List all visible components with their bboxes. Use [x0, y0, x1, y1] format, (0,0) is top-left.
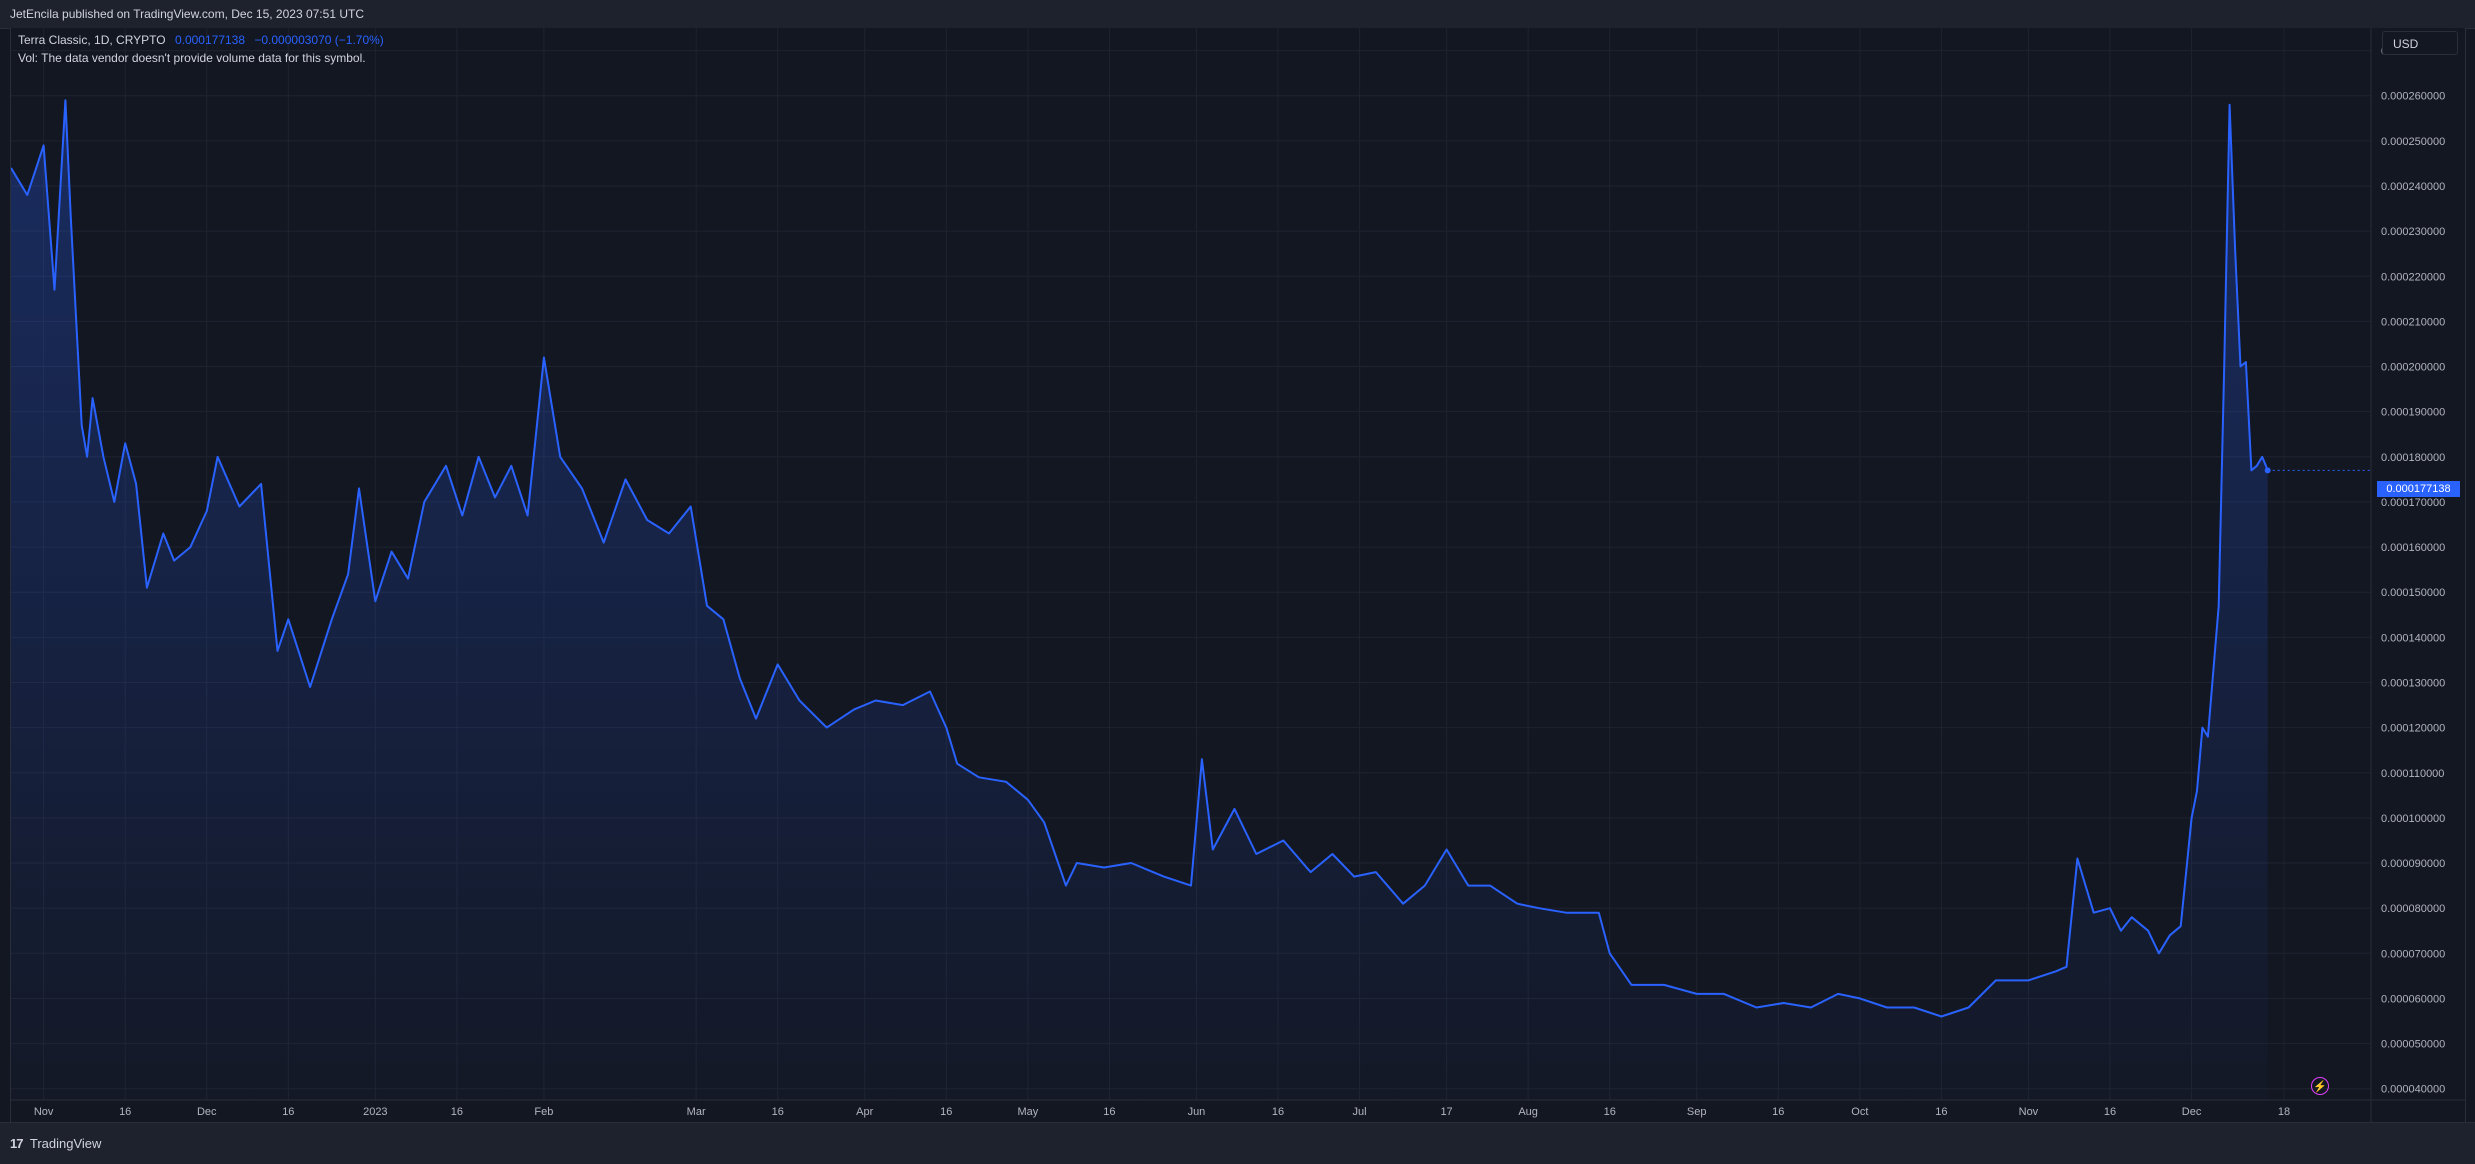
x-tick-label: May — [1017, 1106, 1038, 1118]
published-header: JetEncila published on TradingView.com, … — [0, 0, 2475, 29]
y-tick-label: 0.000220000 — [2381, 271, 2445, 283]
published-text: JetEncila published on TradingView.com, … — [10, 7, 364, 21]
volume-note: Vol: The data vendor doesn't provide vol… — [18, 51, 366, 65]
lightning-bolt-icon[interactable]: ⚡ — [2311, 1077, 2329, 1095]
x-tick-label: 16 — [451, 1106, 463, 1118]
y-tick-label: 0.000190000 — [2381, 407, 2445, 419]
x-tick-label: 2023 — [363, 1106, 387, 1118]
x-tick-label: 16 — [1604, 1106, 1616, 1118]
tradingview-logo-text: TradingView — [29, 1136, 102, 1151]
y-tick-label: 0.000260000 — [2381, 91, 2445, 103]
y-tick-label: 0.000150000 — [2381, 587, 2445, 599]
y-tick-label: 0.000240000 — [2381, 181, 2445, 193]
x-tick-label: Sep — [1687, 1106, 1707, 1118]
x-tick-label: 16 — [1935, 1106, 1947, 1118]
x-tick-label: Feb — [534, 1106, 553, 1118]
x-tick-label: 16 — [282, 1106, 294, 1118]
current-price-label: 0.000177138 — [2377, 481, 2460, 497]
y-tick-label: 0.000110000 — [2381, 768, 2444, 780]
x-tick-label: 16 — [1103, 1106, 1115, 1118]
x-tick-label: Nov — [2019, 1106, 2039, 1118]
y-tick-label: 0.000140000 — [2381, 632, 2445, 644]
y-tick-label: 0.000180000 — [2381, 452, 2445, 464]
y-tick-label: 0.000130000 — [2381, 677, 2445, 689]
price-chart[interactable]: 0.0002700000.0002600000.0002500000.00024… — [11, 28, 2465, 1122]
x-tick-label: 16 — [1272, 1106, 1284, 1118]
x-tick-label: Nov — [34, 1106, 54, 1118]
tradingview-logo-icon: 17 — [10, 1136, 24, 1151]
chart-pane[interactable]: 0.0002700000.0002600000.0002500000.00024… — [10, 28, 2466, 1122]
x-tick-label: 16 — [2104, 1106, 2116, 1118]
y-tick-label: 0.000170000 — [2381, 497, 2445, 509]
x-tick-label: 16 — [940, 1106, 952, 1118]
x-tick-label: 16 — [119, 1106, 131, 1118]
y-tick-label: 0.000090000 — [2381, 858, 2445, 870]
symbol-legend: Terra Classic, 1D, CRYPTO 0.000177138 −0… — [18, 33, 384, 47]
x-tick-label: Mar — [687, 1106, 706, 1118]
y-tick-label: 0.000200000 — [2381, 362, 2445, 374]
tradingview-logo[interactable]: 17 TradingView — [10, 1136, 101, 1151]
x-tick-label: Apr — [856, 1106, 873, 1118]
y-tick-label: 0.000080000 — [2381, 903, 2445, 915]
y-tick-label: 0.000100000 — [2381, 813, 2445, 825]
symbol-title[interactable]: Terra Classic, 1D, CRYPTO — [18, 33, 166, 47]
x-tick-label: Dec — [197, 1106, 217, 1118]
y-tick-label: 0.000210000 — [2381, 316, 2445, 328]
y-tick-label: 0.000070000 — [2381, 948, 2445, 960]
footer-bar — [0, 1122, 2475, 1164]
y-tick-label: 0.000120000 — [2381, 723, 2445, 735]
y-tick-label: 0.000050000 — [2381, 1039, 2445, 1051]
x-tick-label: Aug — [1518, 1106, 1538, 1118]
x-tick-label: Oct — [1851, 1106, 1868, 1118]
x-tick-label: Jul — [1353, 1106, 1367, 1118]
y-tick-label: 0.000060000 — [2381, 993, 2445, 1005]
x-tick-label: Dec — [2182, 1106, 2202, 1118]
y-tick-label: 0.000250000 — [2381, 136, 2445, 148]
currency-button[interactable]: USD — [2382, 31, 2458, 55]
y-tick-label: 0.000230000 — [2381, 226, 2445, 238]
y-tick-label: 0.000040000 — [2381, 1084, 2445, 1096]
x-tick-label: 16 — [772, 1106, 784, 1118]
y-tick-label: 0.000160000 — [2381, 542, 2445, 554]
x-tick-label: 18 — [2278, 1106, 2290, 1118]
last-value: 0.000177138 — [174, 33, 246, 47]
last-price-point — [2264, 467, 2271, 474]
x-tick-label: 17 — [1440, 1106, 1452, 1118]
price-change: −0.000003070 (−1.70%) — [254, 33, 384, 47]
x-tick-label: Jun — [1188, 1106, 1206, 1118]
x-tick-label: 16 — [1772, 1106, 1784, 1118]
